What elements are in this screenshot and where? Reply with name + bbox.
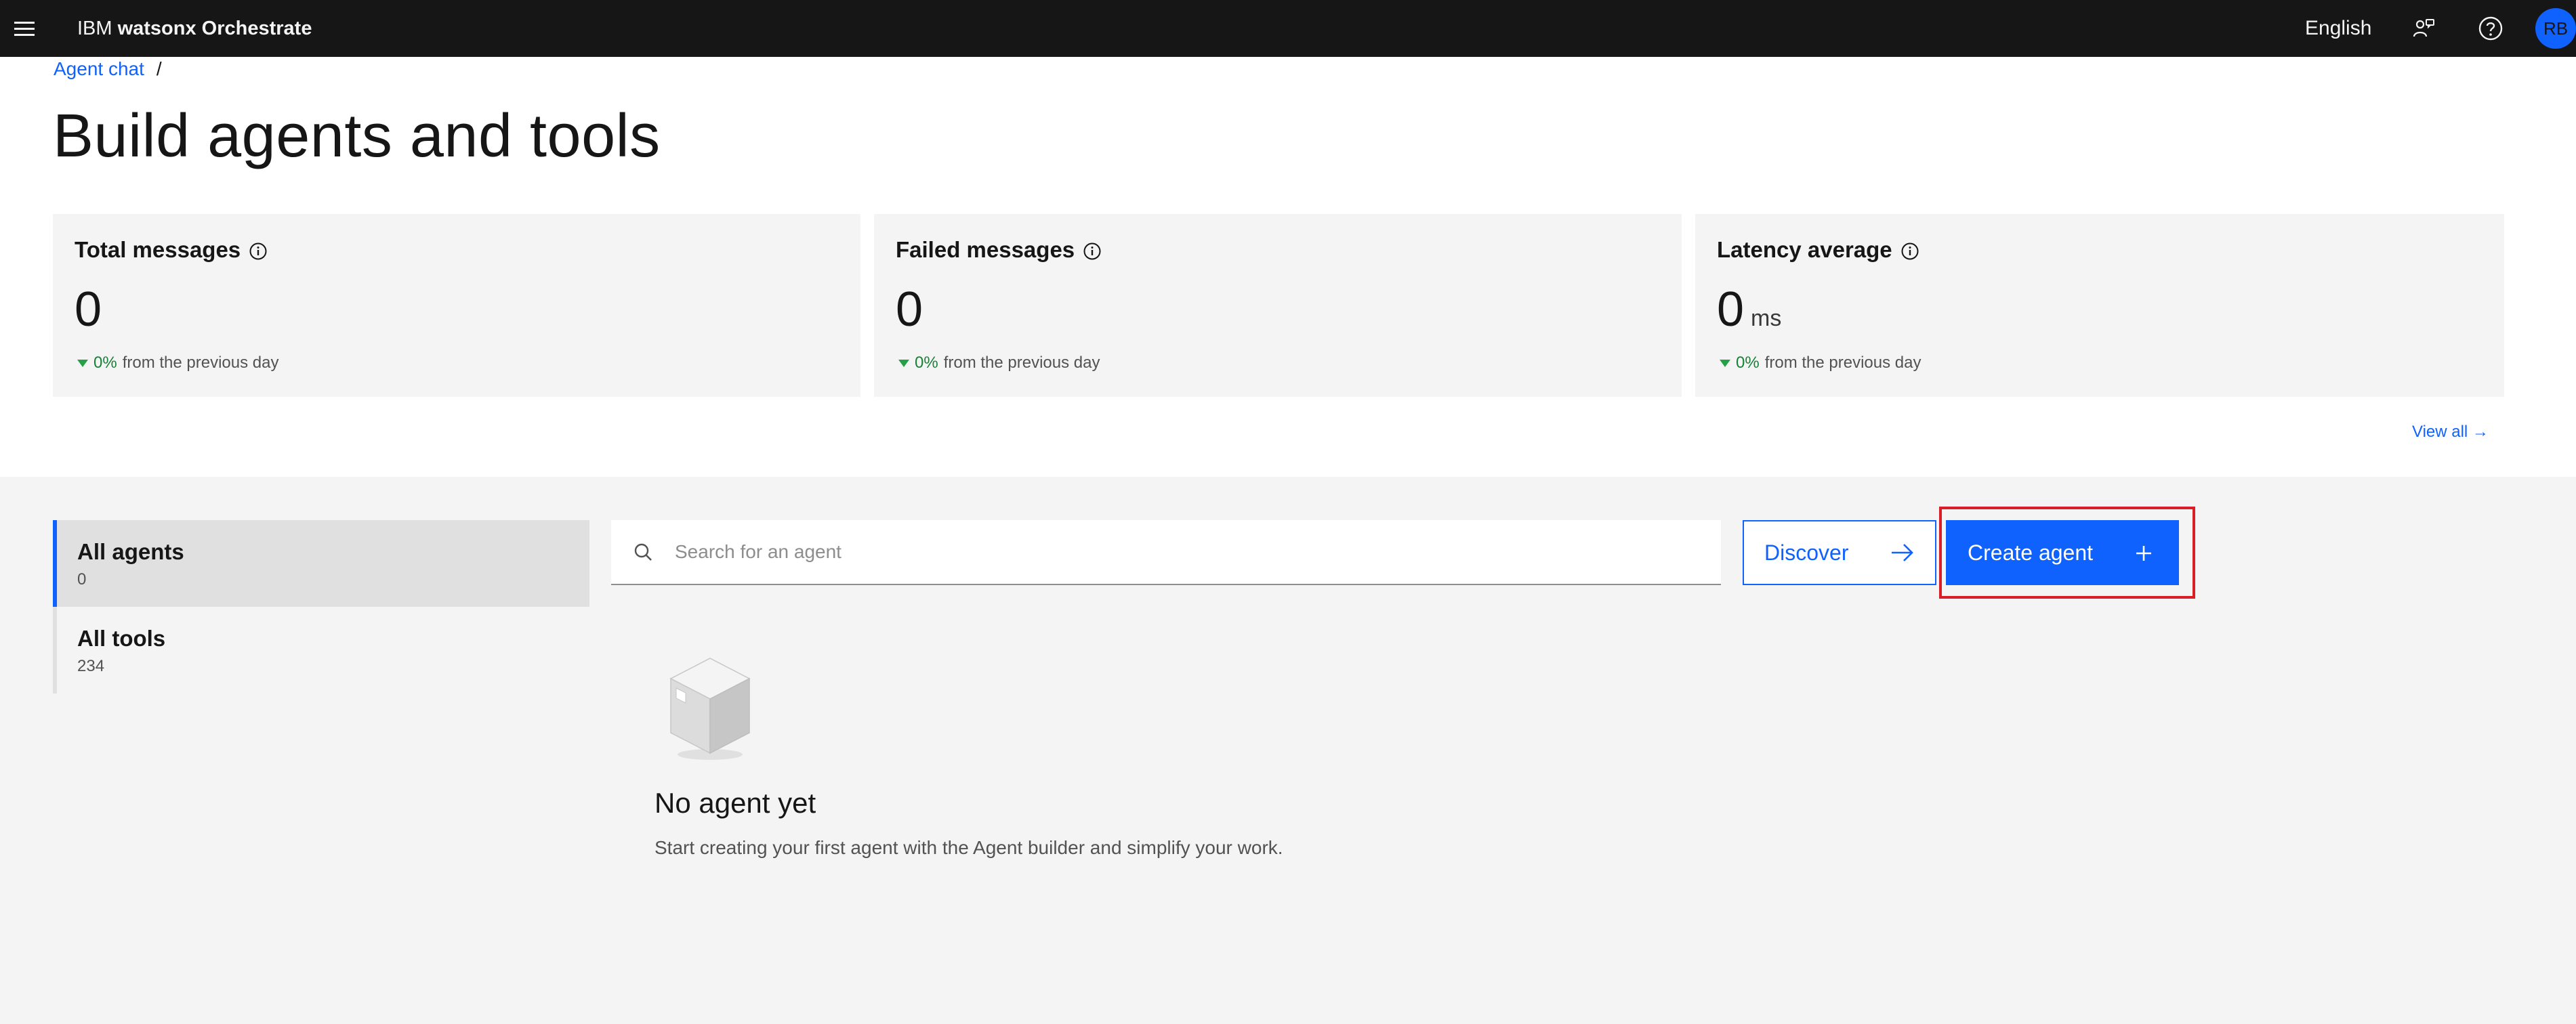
metric-label-text: Failed messages	[896, 237, 1075, 262]
metric-label: Latency average	[1717, 237, 1919, 263]
metric-trend: 0% from the previous day	[1720, 354, 1921, 372]
trend-percent: 0%	[915, 354, 938, 372]
empty-state-description: Start creating your first agent with the…	[655, 837, 1283, 858]
sidebar-item-count: 234	[77, 657, 105, 675]
view-all-link[interactable]: View all →	[2412, 423, 2489, 442]
metric-label: Total messages	[75, 237, 268, 263]
info-icon[interactable]	[249, 240, 268, 260]
agent-chat-icon[interactable]	[2407, 11, 2442, 46]
metric-value: 0	[896, 282, 923, 337]
empty-box-illustration	[664, 654, 756, 763]
search-icon	[631, 540, 656, 565]
metric-unit: ms	[1751, 305, 1782, 331]
overview-section: Agent chat / Build agents and tools Total…	[0, 57, 2576, 477]
metric-value-number: 0	[1717, 282, 1745, 337]
metric-label: Failed messages	[896, 237, 1102, 263]
discover-button[interactable]: Discover	[1743, 520, 1936, 585]
help-icon[interactable]	[2473, 11, 2508, 46]
trend-text: from the previous day	[122, 354, 279, 372]
metric-trend: 0% from the previous day	[898, 354, 1100, 372]
metric-value-number: 0	[896, 282, 923, 337]
breadcrumb: Agent chat /	[54, 58, 162, 80]
sidebar-item-label: All tools	[77, 626, 166, 651]
user-avatar[interactable]: RB	[2535, 8, 2576, 49]
metric-label-text: Total messages	[75, 237, 241, 262]
brand-product: watsonx Orchestrate	[117, 18, 312, 39]
agent-search	[611, 520, 1721, 585]
metric-label-text: Latency average	[1717, 237, 1892, 262]
metric-tile-failed-messages: Failed messages 0 0% from the previous d…	[874, 214, 1682, 397]
trend-down-icon	[898, 359, 909, 367]
menu-icon[interactable]	[8, 12, 41, 45]
discover-button-label: Discover	[1764, 540, 1849, 565]
metric-tile-latency-average: Latency average 0 ms 0% from the previous…	[1695, 214, 2504, 397]
info-icon[interactable]	[1900, 240, 1919, 260]
trend-percent: 0%	[1736, 354, 1760, 372]
metric-value: 0	[75, 282, 102, 337]
metric-value: 0 ms	[1717, 282, 1781, 337]
metric-value-number: 0	[75, 282, 102, 337]
arrow-right-icon	[1890, 542, 1915, 563]
create-agent-button[interactable]: Create agent	[1946, 520, 2179, 585]
info-icon[interactable]	[1083, 240, 1102, 260]
sidebar-item-label: All agents	[77, 539, 184, 564]
search-input[interactable]	[675, 520, 1705, 584]
product-name[interactable]: IBM watsonx Orchestrate	[77, 0, 312, 57]
empty-state-title: No agent yet	[655, 787, 816, 819]
trend-percent: 0%	[94, 354, 117, 372]
sidebar-item-count: 0	[77, 570, 87, 589]
breadcrumb-separator: /	[156, 58, 162, 79]
breadcrumb-agent-chat-link[interactable]: Agent chat	[54, 58, 144, 79]
sidebar-item-all-tools[interactable]: All tools 234	[53, 607, 589, 694]
sidebar-item-all-agents[interactable]: All agents 0	[53, 520, 589, 607]
language-selector[interactable]: English	[2305, 0, 2371, 57]
metric-tile-total-messages: Total messages 0 0% from the previous da…	[53, 214, 860, 397]
page-title: Build agents and tools	[53, 102, 661, 170]
brand-prefix: IBM	[77, 18, 112, 39]
create-agent-button-label: Create agent	[1968, 540, 2094, 565]
trend-down-icon	[1720, 359, 1730, 367]
top-header: IBM watsonx Orchestrate English RB	[0, 0, 2576, 57]
trend-text: from the previous day	[1764, 354, 1921, 372]
plus-icon	[2134, 543, 2153, 562]
trend-text: from the previous day	[943, 354, 1100, 372]
trend-down-icon	[77, 359, 88, 367]
metric-trend: 0% from the previous day	[77, 354, 278, 372]
